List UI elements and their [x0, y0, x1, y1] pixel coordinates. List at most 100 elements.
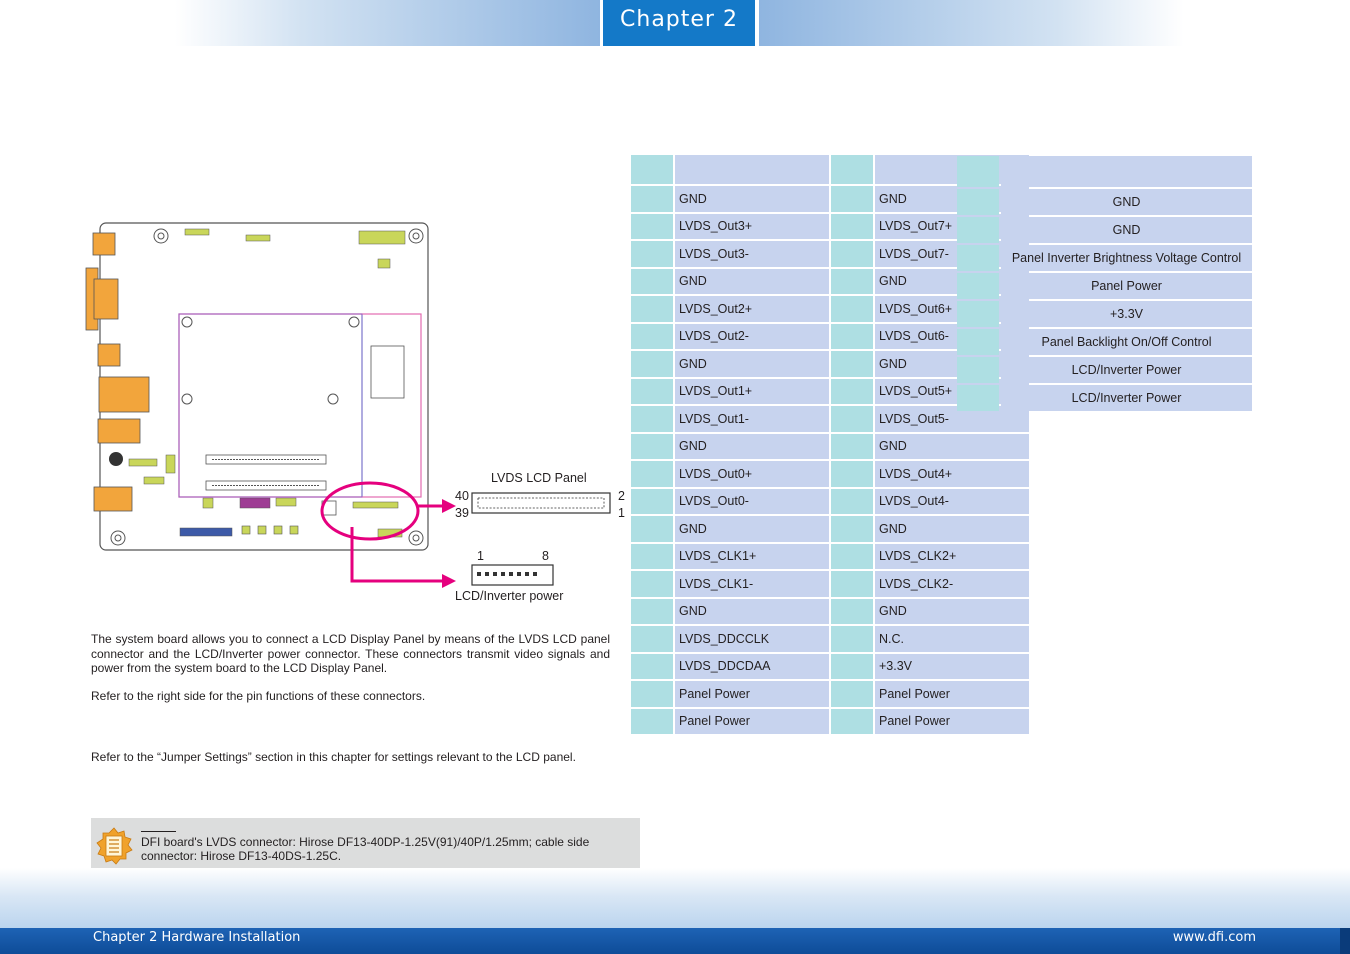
lvds-pin-cell	[831, 516, 873, 542]
footer-website-link[interactable]: www.dfi.com	[1173, 929, 1256, 947]
lvds-signal-cell: GND	[675, 268, 829, 294]
lvds-pin-1: 1	[618, 506, 625, 520]
lvds-pin-cell	[631, 598, 673, 624]
inverter-row: GND	[957, 217, 1252, 243]
lvds-pin-cell	[831, 351, 873, 377]
lvds-signal-cell: LVDS_CLK1-	[675, 571, 829, 597]
lvds-pin-cell	[631, 323, 673, 349]
inverter-signal-cell: GND	[1001, 189, 1252, 215]
lvds-header-cell	[831, 155, 873, 184]
lvds-pin-cell	[831, 653, 873, 679]
inverter-signal-cell: Panel Backlight On/Off Control	[1001, 329, 1252, 355]
lvds-row: GND GND	[631, 433, 1029, 459]
lvds-row: LVDS_Out0- LVDS_Out4-	[631, 488, 1029, 514]
inverter-pin-cell	[957, 273, 999, 299]
lvds-pin-cell	[831, 571, 873, 597]
lvds-signal-cell: LVDS_Out1-	[675, 406, 829, 432]
lvds-signal-cell: GND	[675, 516, 829, 542]
note-box: DFI board's LVDS connector: Hirose DF13-…	[91, 818, 640, 870]
lvds-pin-cell	[631, 543, 673, 569]
lvds-signal-cell: N.C.	[875, 626, 1029, 652]
inverter-header-cell	[957, 156, 999, 187]
lvds-signal-cell: LVDS_DDCDAA	[675, 653, 829, 679]
lvds-pin-cell	[631, 268, 673, 294]
lvds-signal-cell: Panel Power	[875, 681, 1029, 707]
lvds-pin-2: 2	[618, 489, 625, 503]
lvds-pin-cell	[831, 323, 873, 349]
inverter-signal-cell: Panel Power	[1001, 273, 1252, 299]
lvds-pin-cell	[831, 241, 873, 267]
lvds-pin-cell	[631, 461, 673, 487]
chapter-tab: Chapter 2	[603, 0, 755, 46]
lvds-pin-cell	[631, 213, 673, 239]
inverter-row: Panel Backlight On/Off Control	[957, 329, 1252, 355]
inverter-row: LCD/Inverter Power	[957, 385, 1252, 411]
refer-paragraph: Refer to the right side for the pin func…	[91, 689, 426, 703]
footer-band	[0, 868, 1350, 930]
lvds-pin-cell	[831, 543, 873, 569]
lvds-pin-cell	[631, 516, 673, 542]
lvds-row: LVDS_Out0+ LVDS_Out4+	[631, 461, 1029, 487]
lvds-pin-cell	[631, 708, 673, 734]
inverter-signal-cell: LCD/Inverter Power	[1001, 357, 1252, 383]
lvds-signal-cell: LVDS_Out3+	[675, 213, 829, 239]
inverter-row: +3.3V	[957, 301, 1252, 327]
lvds-pin-cell	[631, 626, 673, 652]
lvds-row: Panel Power Panel Power	[631, 708, 1029, 734]
lvds-signal-cell: GND	[875, 433, 1029, 459]
lvds-pin-cell	[831, 406, 873, 432]
inverter-pin-1: 1	[477, 549, 484, 563]
inverter-pin-cell	[957, 217, 999, 243]
inverter-row: Panel Power	[957, 273, 1252, 299]
inverter-signal-cell: +3.3V	[1001, 301, 1252, 327]
lvds-pin-cell	[631, 571, 673, 597]
inverter-signal-cell: Panel Inverter Brightness Voltage Contro…	[1001, 245, 1252, 271]
lvds-signal-cell: GND	[875, 516, 1029, 542]
lvds-pin-cell	[831, 626, 873, 652]
lvds-pin-39: 39	[455, 506, 469, 520]
lvds-signal-cell: LVDS_CLK1+	[675, 543, 829, 569]
lvds-signal-cell: GND	[675, 598, 829, 624]
inverter-pin-8: 8	[542, 549, 549, 563]
lvds-signal-cell: Panel Power	[675, 681, 829, 707]
lvds-panel-label: LVDS LCD Panel	[491, 471, 587, 485]
inverter-signal-cell: GND	[1001, 217, 1252, 243]
lvds-signal-cell: LVDS_Out0+	[675, 461, 829, 487]
lvds-signal-cell: GND	[675, 351, 829, 377]
lvds-header-cell	[675, 155, 829, 184]
lvds-pin-cell	[631, 241, 673, 267]
lvds-pin-cell	[831, 378, 873, 404]
lvds-signal-cell: +3.3V	[875, 653, 1029, 679]
lvds-row: Panel Power Panel Power	[631, 681, 1029, 707]
lvds-pin-cell	[831, 268, 873, 294]
lvds-signal-cell: LVDS_Out0-	[675, 488, 829, 514]
inverter-pin-cell	[957, 245, 999, 271]
lvds-pin-cell	[631, 681, 673, 707]
lvds-pin-cell	[831, 296, 873, 322]
inverter-pin-cell	[957, 357, 999, 383]
inverter-row: GND	[957, 189, 1252, 215]
lvds-pin-cell	[831, 433, 873, 459]
lvds-pin-cell	[631, 296, 673, 322]
lvds-signal-cell: LVDS_Out4+	[875, 461, 1029, 487]
lvds-row: GND GND	[631, 598, 1029, 624]
inverter-row: LCD/Inverter Power	[957, 357, 1252, 383]
lvds-connector-drawing	[471, 492, 611, 514]
inverter-pin-cell	[957, 385, 999, 411]
inverter-row: Panel Inverter Brightness Voltage Contro…	[957, 245, 1252, 271]
lvds-signal-cell: LVDS_Out1+	[675, 378, 829, 404]
lvds-row: LVDS_DDCDAA +3.3V	[631, 653, 1029, 679]
lvds-signal-cell: GND	[675, 186, 829, 212]
inverter-signal-cell: LCD/Inverter Power	[1001, 385, 1252, 411]
note-text: DFI board's LVDS connector: Hirose DF13-…	[141, 835, 590, 863]
lvds-pin-cell	[831, 213, 873, 239]
lvds-pin-cell	[831, 186, 873, 212]
header-gradient-left	[175, 0, 600, 46]
jumper-paragraph: Refer to the “Jumper Settings” section i…	[91, 750, 576, 764]
inverter-label: LCD/Inverter power	[455, 589, 564, 603]
lvds-signal-cell: LVDS_Out4-	[875, 488, 1029, 514]
lvds-signal-cell: LVDS_Out3-	[675, 241, 829, 267]
lvds-signal-cell: LVDS_DDCCLK	[675, 626, 829, 652]
lvds-pin-cell	[831, 708, 873, 734]
inverter-pin-cell	[957, 189, 999, 215]
